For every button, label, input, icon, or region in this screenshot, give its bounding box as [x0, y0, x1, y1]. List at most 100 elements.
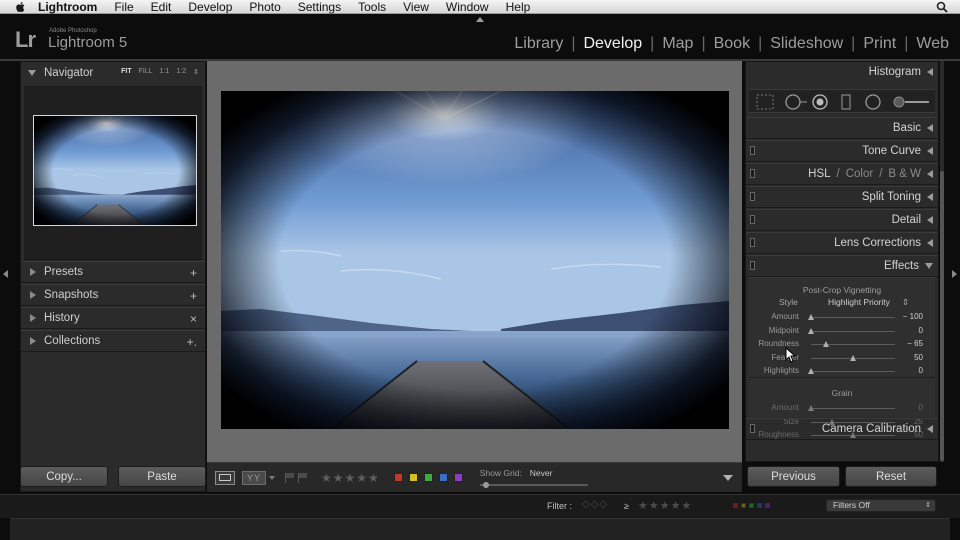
zoom-1-1[interactable]: 1:1 [160, 68, 170, 76]
right-panel-toggle-icon[interactable] [952, 270, 957, 278]
menu-window[interactable]: Window [446, 0, 489, 14]
detail-panel-header[interactable]: Detail [746, 209, 938, 231]
crop-tool-icon[interactable] [756, 94, 774, 110]
star-rating[interactable]: ★★★★★ [321, 471, 380, 485]
vignette-feather-slider-knob[interactable] [850, 354, 856, 361]
menu-photo[interactable]: Photo [249, 0, 280, 14]
color-filter-yellow[interactable] [741, 503, 746, 508]
menu-edit[interactable]: Edit [151, 0, 172, 14]
spotlight-search-icon[interactable] [936, 1, 948, 13]
vignette-feather-value[interactable]: 50 [914, 353, 923, 362]
graduated-filter-tool-icon[interactable] [841, 94, 851, 110]
color-filter-green[interactable] [749, 503, 754, 508]
module-book[interactable]: Book [711, 35, 753, 53]
clear-history-icon[interactable]: × [190, 312, 197, 326]
vignette-roundness-value[interactable]: − 65 [907, 339, 923, 348]
camera-calibration-toggle-switch[interactable] [750, 424, 755, 433]
menu-file[interactable]: File [114, 0, 133, 14]
add-snapshot-icon[interactable]: + [190, 289, 197, 303]
effects-toggle-switch[interactable] [750, 261, 755, 270]
color-tab[interactable]: Color [846, 168, 873, 180]
history-panel-header[interactable]: History × [21, 307, 205, 329]
module-develop[interactable]: Develop [580, 35, 645, 53]
color-label-purple[interactable] [453, 473, 463, 482]
snapshots-panel-header[interactable]: Snapshots + [21, 284, 205, 306]
hsl-tab[interactable]: HSL [808, 168, 830, 180]
menu-help[interactable]: Help [506, 0, 531, 14]
flag-pick-icon[interactable] [285, 472, 294, 483]
menu-develop[interactable]: Develop [188, 0, 232, 14]
basic-panel-header[interactable]: Basic [746, 117, 938, 139]
color-filter-blue[interactable] [757, 503, 762, 508]
red-eye-tool-icon[interactable] [812, 94, 828, 110]
before-after-button[interactable]: YY [242, 470, 266, 485]
tone-curve-toggle-switch[interactable] [750, 146, 755, 155]
loupe-view-button[interactable] [215, 470, 235, 485]
hsl-panel-header[interactable]: HSL / Color / B & W [746, 163, 938, 185]
vignette-roundness-slider-knob[interactable] [823, 341, 830, 347]
menu-tools[interactable]: Tools [358, 0, 386, 14]
vignette-midpoint-slider[interactable] [811, 330, 895, 332]
color-filter-group[interactable] [733, 503, 773, 508]
split-toning-panel-header[interactable]: Split Toning [746, 186, 938, 208]
histogram-header[interactable]: Histogram [746, 62, 938, 82]
bw-tab[interactable]: B & W [888, 168, 921, 180]
zoom-fill[interactable]: FILL [139, 68, 153, 76]
effects-panel-header[interactable]: Effects [746, 255, 938, 277]
color-label-yellow[interactable] [408, 473, 418, 482]
menu-settings[interactable]: Settings [298, 0, 341, 14]
module-print[interactable]: Print [860, 35, 899, 53]
radial-filter-tool-icon[interactable] [865, 94, 881, 110]
filmstrip[interactable] [10, 518, 950, 540]
hsl-toggle-switch[interactable] [750, 169, 755, 178]
left-panel-toggle-icon[interactable] [3, 270, 8, 278]
vignette-midpoint-slider-knob[interactable] [808, 327, 814, 334]
module-map[interactable]: Map [659, 35, 696, 53]
add-preset-icon[interactable]: + [190, 266, 197, 280]
adjustment-brush-tool-icon[interactable] [893, 96, 929, 108]
vignette-style-select[interactable]: Highlight Priority [828, 297, 890, 307]
apple-icon[interactable] [14, 1, 28, 13]
rating-filter[interactable]: ★★★★★ [638, 499, 692, 512]
scrollbar-thumb[interactable] [940, 171, 944, 461]
color-filter-red[interactable] [733, 503, 738, 508]
camera-calibration-panel-header[interactable]: Camera Calibration [746, 418, 938, 440]
color-label-red[interactable] [393, 473, 403, 482]
detail-toggle-switch[interactable] [750, 215, 755, 224]
zoom-ratio[interactable]: 1:2 [176, 68, 186, 76]
hide-module-picker-icon[interactable] [476, 17, 484, 22]
navigator-header[interactable]: Navigator FIT FILL 1:1 1:2 ⇕ [21, 62, 205, 84]
grain-amount-slider-knob[interactable] [808, 405, 814, 411]
add-collection-icon[interactable]: +. [187, 335, 197, 349]
split-toning-toggle-switch[interactable] [750, 192, 755, 201]
vignette-highlights-slider-knob[interactable] [808, 368, 814, 374]
lens-corrections-panel-header[interactable]: Lens Corrections [746, 232, 938, 254]
collections-panel-header[interactable]: Collections +. [21, 330, 205, 352]
module-web[interactable]: Web [913, 35, 952, 53]
previous-button[interactable]: Previous [747, 466, 840, 487]
grain-amount-value[interactable]: 0 [919, 403, 923, 412]
vignette-amount-slider[interactable] [811, 317, 895, 318]
right-panel-scrollbar[interactable] [940, 61, 944, 462]
vignette-midpoint-value[interactable]: 0 [919, 326, 923, 335]
menu-view[interactable]: View [403, 0, 429, 14]
show-grid-select[interactable]: Never [530, 468, 553, 478]
flag-reject-icon[interactable] [298, 472, 307, 483]
tone-curve-panel-header[interactable]: Tone Curve [746, 140, 938, 162]
before-after-dropdown-icon[interactable] [269, 475, 275, 480]
copy-button[interactable]: Copy... [20, 466, 108, 487]
filter-presets-select[interactable]: Filters Off ⇕ [826, 499, 936, 512]
zoom-ratio-stepper-icon[interactable]: ⇕ [193, 68, 199, 76]
vignette-highlights-slider[interactable] [811, 371, 895, 372]
vignette-style-stepper-icon[interactable]: ⇕ [902, 297, 909, 308]
lens-corrections-toggle-switch[interactable] [750, 238, 755, 247]
toolbar-content-dropdown-icon[interactable] [723, 475, 733, 481]
menu-app-lightroom[interactable]: Lightroom [38, 0, 97, 14]
vignette-amount-value[interactable]: − 100 [903, 312, 923, 321]
grid-size-slider-knob[interactable] [482, 481, 489, 488]
flag-filter-icons[interactable]: ◇◇◇ [582, 499, 608, 510]
main-photo[interactable] [221, 91, 729, 429]
zoom-fit[interactable]: FIT [121, 68, 132, 76]
color-filter-purple[interactable] [765, 503, 770, 508]
reset-button[interactable]: Reset [845, 466, 937, 487]
